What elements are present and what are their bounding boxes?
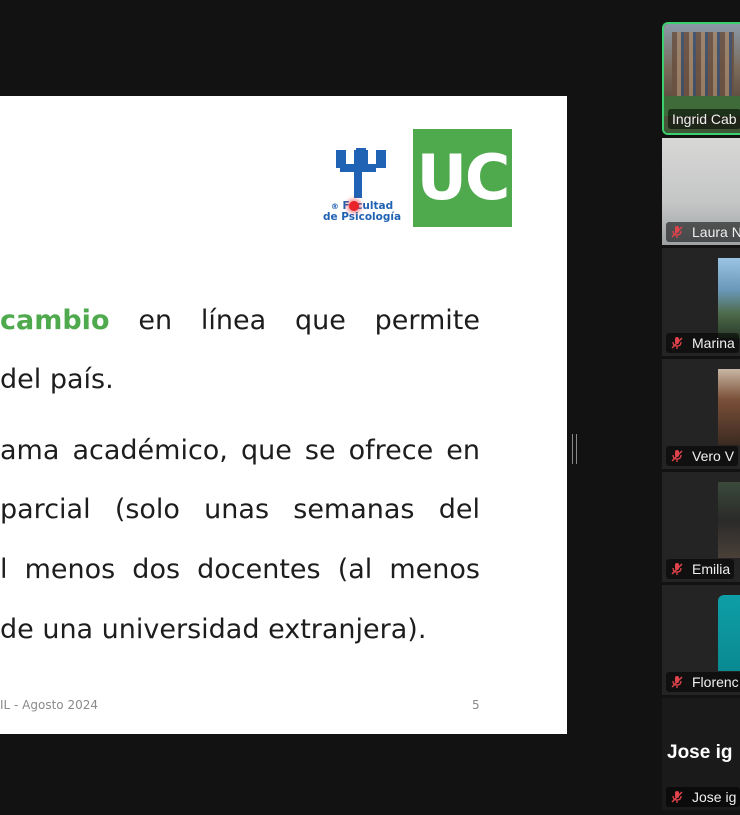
highlight-word: cambio bbox=[0, 305, 110, 336]
slide-text-line-1-rest: en línea que permite bbox=[138, 305, 481, 336]
psychology-faculty-text: ® Facultad de Psicología bbox=[322, 200, 402, 223]
participant-name-label: Laura N bbox=[666, 222, 740, 242]
psychology-faculty-logo: ® Facultad de Psicología bbox=[322, 146, 402, 226]
participant-name-label: Marina bbox=[666, 333, 739, 353]
participant-name-label: Florenc bbox=[666, 672, 740, 692]
slide-text-line-3: ama académico, que se ofrece en bbox=[0, 435, 480, 466]
participant-tile[interactable]: Marina bbox=[662, 248, 740, 356]
mic-muted-icon bbox=[671, 450, 683, 462]
slide-footer: IL - Agosto 2024 bbox=[0, 698, 99, 712]
slide-text-line-4: parcial (solo unas semanas del bbox=[0, 494, 480, 525]
mic-muted-icon bbox=[671, 563, 683, 575]
participant-name-label: Jose ig bbox=[666, 787, 740, 807]
participant-tile[interactable]: Emilia bbox=[662, 472, 740, 582]
slide-text-line-6: de una universidad extranjera). bbox=[0, 614, 427, 645]
participant-video bbox=[718, 369, 740, 445]
participant-name-label: Ingrid Cab bbox=[668, 109, 740, 129]
slide-text-line-2: del país. bbox=[0, 364, 114, 395]
mic-muted-icon bbox=[671, 791, 683, 803]
psi-symbol-icon bbox=[336, 148, 386, 198]
participant-video bbox=[718, 258, 740, 338]
uc-logo: UC bbox=[413, 129, 512, 227]
slide-text-line-1: cambio en línea que permite bbox=[0, 305, 480, 337]
participant-tile[interactable]: Florenc bbox=[662, 585, 740, 695]
laser-pointer bbox=[349, 201, 359, 211]
mic-muted-icon bbox=[671, 226, 683, 238]
mic-muted-icon bbox=[671, 676, 683, 688]
participant-video bbox=[718, 595, 740, 671]
mic-muted-icon bbox=[671, 337, 683, 349]
participant-display-name: Jose ig bbox=[667, 742, 733, 763]
participant-name-label: Vero V bbox=[666, 446, 739, 466]
participant-tile[interactable]: Laura N bbox=[662, 138, 740, 245]
panel-resize-handle[interactable] bbox=[572, 434, 578, 464]
participant-tile[interactable]: Vero V bbox=[662, 359, 740, 469]
participant-tile-active[interactable]: Ingrid Cab bbox=[662, 22, 740, 135]
slide-page-number: 5 bbox=[472, 698, 480, 712]
slide-text-line-5: l menos dos docentes (al menos bbox=[0, 554, 480, 585]
participant-video bbox=[718, 482, 740, 558]
participant-name-label: Emilia bbox=[666, 559, 735, 579]
